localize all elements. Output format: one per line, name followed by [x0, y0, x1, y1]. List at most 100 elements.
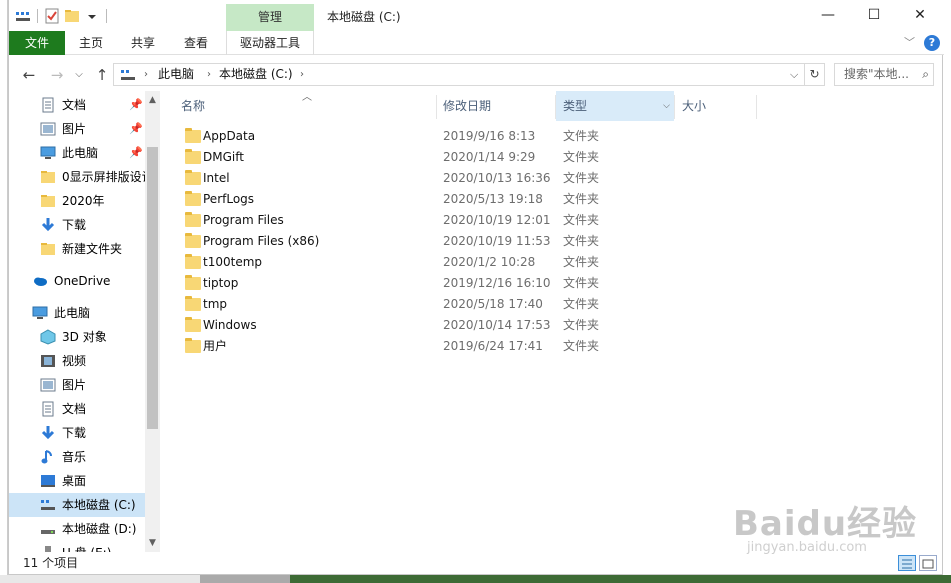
file-row[interactable]: tiptop 2019/12/16 16:10 文件夹 — [169, 273, 769, 294]
address-bar[interactable]: › 此电脑 › 本地磁盘 (C:) › ⌵ — [113, 63, 805, 86]
search-icon: ⌕ — [922, 67, 929, 81]
folder-icon — [185, 233, 201, 248]
nav-item-folder-display-design[interactable]: 0显示屏排版设计 — [9, 165, 147, 189]
nav-item-drive-d[interactable]: 本地磁盘 (D:) — [9, 517, 147, 541]
nav-item-pictures[interactable]: 图片 — [9, 373, 147, 397]
folder-icon — [185, 170, 201, 185]
file-type: 文件夹 — [563, 129, 600, 143]
nav-item-music[interactable]: 音乐 — [9, 445, 147, 469]
pictures-icon — [40, 121, 56, 137]
customize-dropdown-icon[interactable] — [84, 8, 100, 24]
pin-icon[interactable]: 📌 — [129, 117, 143, 141]
file-name: DMGift — [203, 150, 244, 164]
nav-item-label: 3D 对象 — [62, 330, 107, 344]
background-taskbar-strip — [0, 575, 951, 583]
navigation-scrollbar[interactable]: ▲ ▼ — [145, 91, 160, 552]
tab-home[interactable]: 主页 — [79, 31, 103, 55]
file-date: 2020/10/19 11:53 — [443, 234, 551, 248]
nav-item-quick-downloads[interactable]: 下载 — [9, 213, 147, 237]
pin-icon[interactable]: 📌 — [129, 93, 143, 117]
nav-item-desktop[interactable]: 桌面 — [9, 469, 147, 493]
manage-contextual-tab-header[interactable]: 管理 — [226, 4, 314, 31]
column-filter-chevron-icon[interactable]: ⌵ — [663, 91, 670, 121]
onedrive-cloud-icon — [32, 273, 48, 289]
scroll-up-arrow-icon[interactable]: ▲ — [145, 93, 160, 107]
nav-item-quick-pictures[interactable]: 图片 📌 — [9, 117, 147, 141]
nav-item-quick-this-pc[interactable]: 此电脑 📌 — [9, 141, 147, 165]
music-icon — [40, 449, 56, 465]
close-button[interactable]: ✕ — [897, 0, 943, 31]
file-row[interactable]: DMGift 2020/1/14 9:29 文件夹 — [169, 147, 769, 168]
tab-drive-tools[interactable]: 驱动器工具 — [226, 31, 314, 55]
recent-locations-chevron-icon[interactable]: ⌵ — [69, 65, 89, 85]
nav-item-label: 文档 — [62, 98, 87, 112]
column-header-size[interactable]: 大小 — [682, 91, 754, 121]
file-row[interactable]: 用户 2019/6/24 17:41 文件夹 — [169, 336, 769, 357]
new-folder-icon[interactable] — [64, 8, 80, 24]
nav-item-onedrive[interactable]: OneDrive — [9, 269, 147, 293]
nav-item-3d-objects[interactable]: 3D 对象 — [9, 325, 147, 349]
nav-item-folder-new-folder[interactable]: 新建文件夹 — [9, 237, 147, 261]
expand-ribbon-chevron-icon[interactable]: ﹀ — [904, 31, 915, 55]
file-date: 2019/9/16 8:13 — [443, 129, 536, 143]
file-row[interactable]: Windows 2020/10/14 17:53 文件夹 — [169, 315, 769, 336]
nav-item-documents[interactable]: 文档 — [9, 397, 147, 421]
file-row[interactable]: Program Files (x86) 2020/10/19 11:53 文件夹 — [169, 231, 769, 252]
column-header-type[interactable]: 类型 ⌵ — [556, 91, 674, 121]
help-icon[interactable]: ? — [924, 35, 940, 51]
folder-icon — [185, 275, 201, 290]
column-header-type-label: 类型 — [563, 99, 588, 113]
nav-item-quick-documents[interactable]: 文档 📌 — [9, 93, 147, 117]
desktop-icon — [40, 473, 56, 489]
nav-item-usb-drive[interactable]: U 盘 (E:) — [9, 541, 147, 552]
column-header-date[interactable]: 修改日期 — [443, 91, 553, 121]
minimize-button[interactable]: — — [805, 0, 851, 31]
tab-share[interactable]: 共享 — [131, 31, 155, 55]
nav-item-drive-c[interactable]: 本地磁盘 (C:) — [9, 493, 147, 517]
address-row: ← → ⌵ ↑ › 此电脑 › 本地磁盘 (C:) › ⌵ ↻ 搜索"本地...… — [9, 60, 944, 90]
file-row[interactable]: tmp 2020/5/18 17:40 文件夹 — [169, 294, 769, 315]
window-title: 本地磁盘 (C:) — [327, 10, 401, 24]
nav-item-this-pc[interactable]: 此电脑 — [9, 301, 147, 325]
folder-icon — [40, 241, 56, 257]
up-arrow-icon[interactable]: ↑ — [92, 65, 112, 85]
file-date: 2020/1/2 10:28 — [443, 255, 536, 269]
scrollbar-thumb[interactable] — [147, 147, 158, 429]
file-date: 2020/10/13 16:36 — [443, 171, 551, 185]
file-row[interactable]: t100temp 2020/1/2 10:28 文件夹 — [169, 252, 769, 273]
properties-checkmark-icon[interactable] — [44, 8, 60, 24]
breadcrumb-drive-c[interactable]: 本地磁盘 (C:) — [219, 64, 293, 85]
search-box[interactable]: 搜索"本地... ⌕ — [834, 63, 934, 86]
details-view-icon[interactable] — [898, 555, 916, 571]
address-history-chevron-icon[interactable]: ⌵ — [790, 64, 798, 85]
tab-file[interactable]: 文件 — [9, 31, 65, 55]
folder-icon — [40, 169, 56, 185]
large-icons-view-icon[interactable] — [919, 555, 937, 571]
nav-item-folder-2020[interactable]: 2020年 — [9, 189, 147, 213]
nav-item-videos[interactable]: 视频 — [9, 349, 147, 373]
tab-view[interactable]: 查看 — [184, 31, 208, 55]
folder-icon — [185, 149, 201, 164]
search-input[interactable]: 搜索"本地... — [844, 64, 909, 85]
nav-item-downloads[interactable]: 下载 — [9, 421, 147, 445]
file-type: 文件夹 — [563, 234, 600, 248]
drive-d-icon — [40, 521, 56, 537]
breadcrumb-this-pc[interactable]: 此电脑 — [158, 64, 194, 85]
file-row[interactable]: PerfLogs 2020/5/13 19:18 文件夹 — [169, 189, 769, 210]
file-row[interactable]: Intel 2020/10/13 16:36 文件夹 — [169, 168, 769, 189]
forward-arrow-icon[interactable]: → — [47, 65, 67, 85]
scroll-down-arrow-icon[interactable]: ▼ — [145, 536, 160, 550]
drive-properties-icon[interactable] — [15, 8, 31, 24]
refresh-icon[interactable]: ↻ — [805, 63, 825, 86]
file-type: 文件夹 — [563, 213, 600, 227]
this-pc-icon — [40, 145, 56, 161]
maximize-button[interactable]: ☐ — [851, 0, 897, 31]
file-name: tmp — [203, 297, 228, 311]
pin-icon[interactable]: 📌 — [129, 141, 143, 165]
file-row[interactable]: AppData 2019/9/16 8:13 文件夹 — [169, 126, 769, 147]
item-count: 11 个项目 — [23, 556, 79, 570]
address-drive-icon — [120, 67, 136, 86]
back-arrow-icon[interactable]: ← — [19, 65, 39, 85]
column-header-name[interactable]: 名称 — [181, 91, 436, 121]
file-row[interactable]: Program Files 2020/10/19 12:01 文件夹 — [169, 210, 769, 231]
